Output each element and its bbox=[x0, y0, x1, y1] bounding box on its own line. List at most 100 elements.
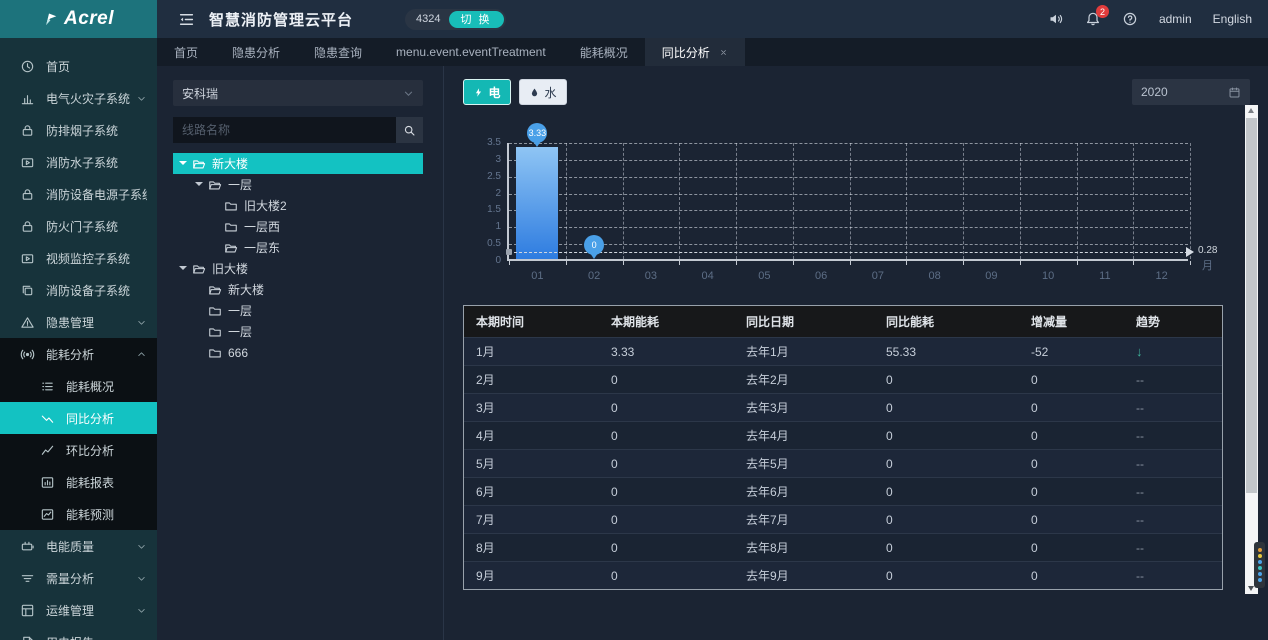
table-cell: 5月 bbox=[464, 455, 599, 472]
h-gridline bbox=[509, 210, 1188, 211]
sidebar-item-防排烟子系统[interactable]: 防排烟子系统 bbox=[0, 114, 157, 146]
caret-down-icon[interactable] bbox=[179, 161, 187, 169]
v-gridline bbox=[1020, 143, 1021, 259]
tree-node-一层[interactable]: 一层 bbox=[173, 174, 423, 195]
sidebar-subitem-label: 能耗报表 bbox=[66, 474, 147, 491]
table-cell: -- bbox=[1124, 457, 1222, 471]
caret-down-icon[interactable] bbox=[195, 182, 203, 190]
sidebar-item-防火门子系统[interactable]: 防火门子系统 bbox=[0, 210, 157, 242]
y-axis-label: 2.5 bbox=[469, 171, 501, 182]
tree-node-旧大楼2[interactable]: 旧大楼2 bbox=[173, 195, 423, 216]
sidebar-subitem-能耗报表[interactable]: 能耗报表 bbox=[0, 466, 157, 498]
tree-node-一层[interactable]: 一层 bbox=[173, 300, 423, 321]
language-switch[interactable]: English bbox=[1213, 12, 1252, 26]
switch-button[interactable]: 切 换 bbox=[449, 11, 504, 28]
line-name-search-input[interactable] bbox=[173, 117, 396, 143]
sidebar-item-label: 运维管理 bbox=[46, 602, 136, 619]
tab-menu.event.eventTreatment[interactable]: menu.event.eventTreatment bbox=[379, 38, 563, 66]
marker-dot bbox=[1258, 548, 1262, 552]
sidebar-subitem-能耗概况[interactable]: 能耗概况 bbox=[0, 370, 157, 402]
tree-node-新大楼[interactable]: 新大楼 bbox=[173, 279, 423, 300]
sidebar-item-消防水子系统[interactable]: 消防水子系统 bbox=[0, 146, 157, 178]
tab-隐患分析[interactable]: 隐患分析 bbox=[215, 38, 297, 66]
tree-node-label: 一层东 bbox=[244, 239, 280, 256]
tree-node-一层东[interactable]: 一层东 bbox=[173, 237, 423, 258]
sidebar-item-电气火灾子系统[interactable]: 电气火灾子系统 bbox=[0, 82, 157, 114]
scrollbar-thumb[interactable] bbox=[1246, 118, 1257, 493]
sidebar-item-能耗分析[interactable]: 能耗分析 bbox=[0, 338, 157, 370]
tab-同比分析[interactable]: 同比分析 bbox=[645, 38, 745, 66]
lock-icon bbox=[20, 219, 35, 234]
trend-none: -- bbox=[1136, 373, 1144, 387]
trend-none: -- bbox=[1136, 513, 1144, 527]
notifications-bell-icon[interactable]: 2 bbox=[1085, 11, 1101, 27]
table-row: 1月3.33去年1月55.33-52↓ bbox=[464, 337, 1222, 365]
trend-down-arrow-icon: ↓ bbox=[1136, 344, 1143, 359]
x-tick bbox=[1077, 261, 1078, 265]
sidebar-item-消防设备子系统[interactable]: 消防设备子系统 bbox=[0, 274, 157, 306]
tab-能耗概况[interactable]: 能耗概况 bbox=[563, 38, 645, 66]
folder-icon bbox=[208, 304, 222, 318]
h-gridline bbox=[509, 244, 1188, 245]
tab-隐患查询[interactable]: 隐患查询 bbox=[297, 38, 379, 66]
table-cell: 0 bbox=[874, 569, 1019, 583]
tree-node-666[interactable]: 666 bbox=[173, 342, 423, 363]
x-axis-unit: 月 bbox=[1202, 257, 1213, 273]
close-icon[interactable] bbox=[719, 48, 728, 57]
content-scrollbar[interactable] bbox=[1245, 105, 1258, 594]
bar-01[interactable] bbox=[516, 147, 558, 259]
scroll-down-arrow[interactable] bbox=[1248, 586, 1254, 591]
sidebar-item-隐患管理[interactable]: 隐患管理 bbox=[0, 306, 157, 338]
help-icon[interactable] bbox=[1122, 11, 1138, 27]
sidebar-item-视频监控子系统[interactable]: 视频监控子系统 bbox=[0, 242, 157, 274]
h-gridline bbox=[509, 143, 1188, 144]
table-cell: -- bbox=[1124, 569, 1222, 583]
sidebar-subitem-环比分析[interactable]: 环比分析 bbox=[0, 434, 157, 466]
sidebar-subitem-同比分析[interactable]: 同比分析 bbox=[0, 402, 157, 434]
ops-icon bbox=[20, 603, 35, 618]
volume-icon[interactable] bbox=[1048, 11, 1064, 27]
search-button[interactable] bbox=[396, 117, 423, 143]
scroll-up-arrow[interactable] bbox=[1248, 108, 1254, 113]
sidebar-item-电能质量[interactable]: 电能质量 bbox=[0, 530, 157, 562]
sidebar-item-首页[interactable]: 首页 bbox=[0, 50, 157, 82]
tree-node-label: 新大楼 bbox=[212, 155, 248, 172]
tree-node-一层西[interactable]: 一层西 bbox=[173, 216, 423, 237]
sidebar-subitem-能耗预测[interactable]: 能耗预测 bbox=[0, 498, 157, 530]
content: 安科瑞 新大楼一层旧大楼2一层西一层东旧大楼新大楼一层一层666 电水 2020 bbox=[157, 66, 1268, 640]
x-tick bbox=[1190, 261, 1191, 265]
year-picker[interactable]: 2020 bbox=[1132, 79, 1250, 105]
battery-icon bbox=[20, 539, 35, 554]
tree-node-新大楼[interactable]: 新大楼 bbox=[173, 153, 423, 174]
sidebar-subitem-label: 能耗概况 bbox=[66, 378, 147, 395]
tab-首页[interactable]: 首页 bbox=[157, 38, 215, 66]
table-row: 4月0去年4月00-- bbox=[464, 421, 1222, 449]
app: Acrel 首页电气火灾子系统防排烟子系统消防水子系统消防设备电源子系统防火门子… bbox=[0, 0, 1268, 640]
energy-tab-电[interactable]: 电 bbox=[463, 79, 511, 105]
menu-fold-icon[interactable] bbox=[178, 11, 195, 28]
table-cell: 0 bbox=[874, 457, 1019, 471]
caret-down-icon[interactable] bbox=[179, 266, 187, 274]
doc-icon bbox=[20, 635, 35, 640]
table-cell: 0 bbox=[1019, 373, 1124, 387]
v-gridline bbox=[963, 143, 964, 259]
notification-count-badge: 2 bbox=[1096, 5, 1109, 18]
clock-icon bbox=[20, 59, 35, 74]
sidebar-item-运维管理[interactable]: 运维管理 bbox=[0, 594, 157, 626]
project-select[interactable]: 安科瑞 bbox=[173, 80, 423, 106]
acrel-logo: Acrel bbox=[0, 0, 157, 38]
table-cell: 去年6月 bbox=[734, 483, 874, 500]
project-switch[interactable]: 4324 切 换 bbox=[405, 9, 506, 30]
user-menu[interactable]: admin bbox=[1159, 12, 1192, 26]
sidebar-item-消防设备电源子系统[interactable]: 消防设备电源子系统 bbox=[0, 178, 157, 210]
sidebar-item-用电报告[interactable]: 用电报告 bbox=[0, 626, 157, 640]
tree-node-旧大楼[interactable]: 旧大楼 bbox=[173, 258, 423, 279]
sidebar-item-需量分析[interactable]: 需量分析 bbox=[0, 562, 157, 594]
energy-type-toggle: 电水 bbox=[463, 79, 575, 105]
tree-node-一层[interactable]: 一层 bbox=[173, 321, 423, 342]
table-cell: 0 bbox=[599, 569, 734, 583]
logo-text: Acrel bbox=[64, 8, 114, 30]
table-cell: 7月 bbox=[464, 511, 599, 528]
tab-label: 能耗概况 bbox=[580, 44, 628, 61]
energy-tab-水[interactable]: 水 bbox=[519, 79, 567, 105]
